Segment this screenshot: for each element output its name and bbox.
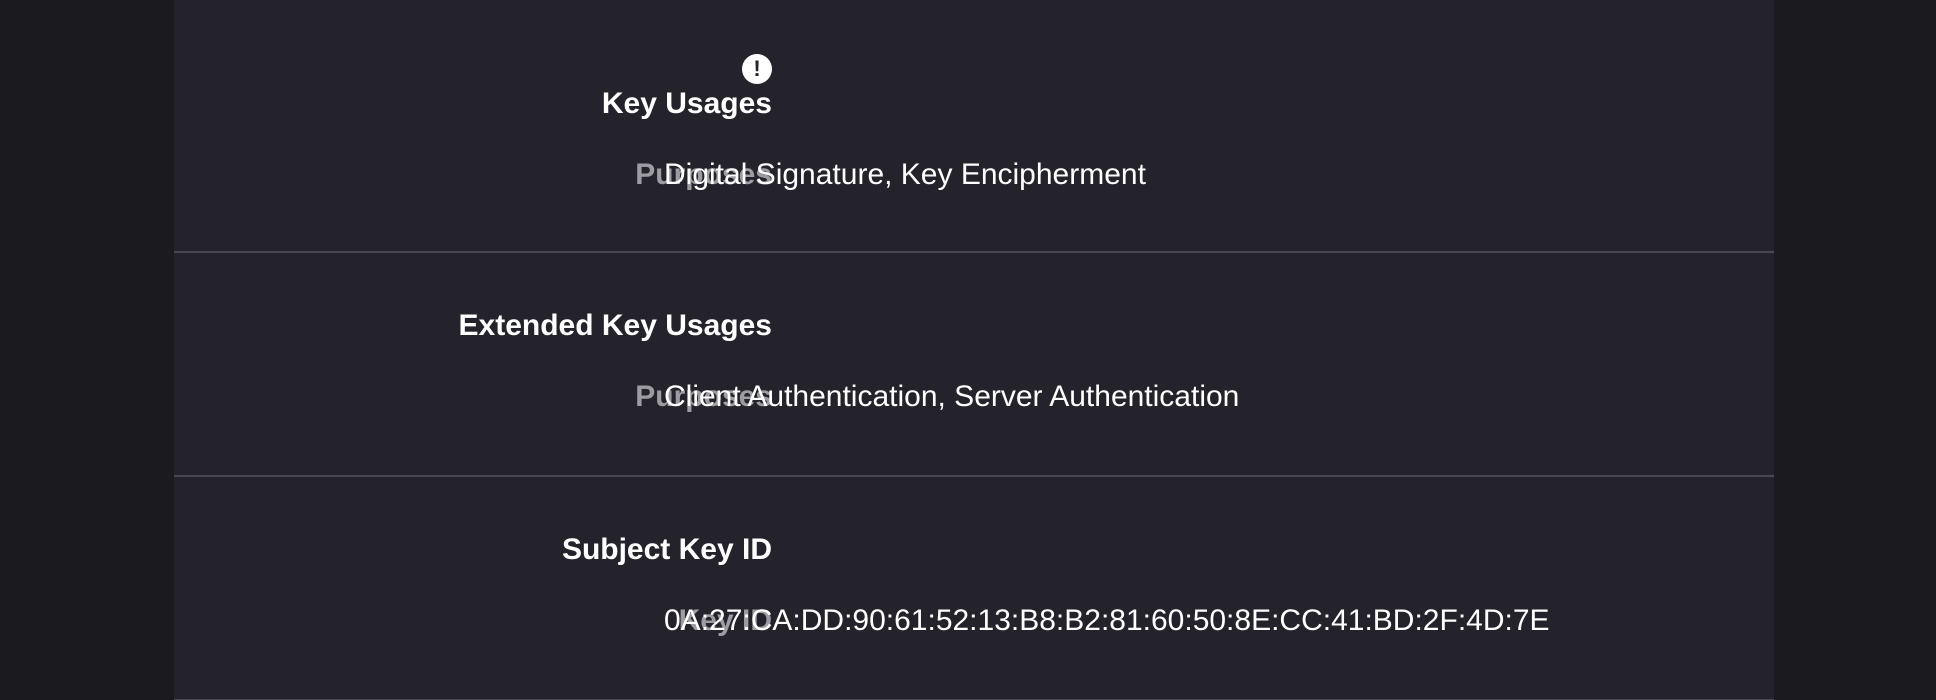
field-value-purposes: Digital Signature, Key Encipherment: [664, 158, 1146, 191]
section-heading: Subject Key ID: [561, 533, 772, 566]
section-key-usages: ! Key Usages Purposes Digital Signature,…: [174, 0, 1774, 253]
section-heading: Key Usages: [601, 87, 772, 120]
warning-icon: !: [742, 54, 772, 84]
section-subject-key-id: Subject Key ID Key ID 0A:27:CA:DD:90:61:…: [174, 477, 1774, 700]
field-value-purposes: Client Authentication, Server Authentica…: [664, 380, 1240, 413]
details-panel: ! Key Usages Purposes Digital Signature,…: [174, 0, 1774, 700]
section-extended-key-usages: Extended Key Usages Purposes Client Auth…: [174, 253, 1774, 477]
field-value-key-id: 0A:27:CA:DD:90:61:52:13:B8:B2:81:60:50:8…: [664, 604, 1550, 637]
certificate-details-view: ! Key Usages Purposes Digital Signature,…: [0, 0, 1936, 700]
section-heading: Extended Key Usages: [458, 309, 772, 342]
